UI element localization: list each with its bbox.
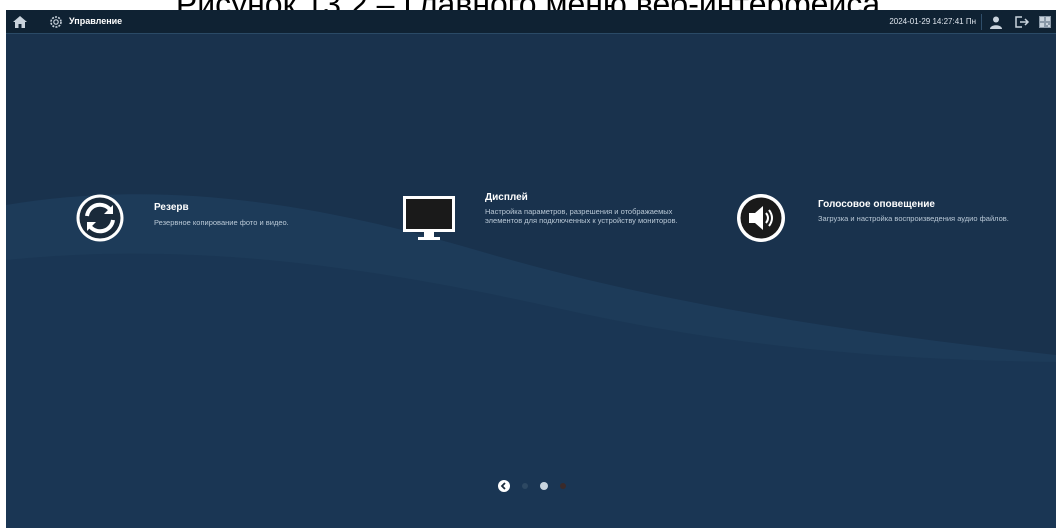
background-wave	[6, 10, 1056, 528]
card-title: Голосовое оповещение	[818, 199, 935, 210]
monitor-icon	[402, 195, 456, 248]
page-title: Управление	[69, 16, 123, 26]
page-dot-3[interactable]	[560, 483, 566, 489]
page-dot-2-active[interactable]	[540, 482, 548, 490]
logout-icon[interactable]	[1015, 14, 1031, 30]
sync-icon	[74, 192, 126, 249]
card-description: Загрузка и настройка воспроизведения ауд…	[818, 214, 1009, 223]
voice-announcement-card[interactable]: Голосовое оповещение Загрузка и настройк…	[735, 190, 1050, 250]
card-description: Настройка параметров, разрешения и отобр…	[485, 207, 678, 225]
gear-icon[interactable]	[48, 14, 64, 30]
user-icon[interactable]	[988, 14, 1004, 30]
top-bar: Управление 2024-01-29 14:27:41 Пн	[6, 10, 1056, 34]
web-interface: Управление 2024-01-29 14:27:41 Пн Резерв…	[6, 10, 1056, 528]
card-title: Дисплей	[485, 192, 528, 203]
datetime-display: 2024-01-29 14:27:41 Пн	[889, 17, 976, 26]
display-card[interactable]: Дисплей Настройка параметров, разрешения…	[402, 190, 712, 250]
page-dot-1[interactable]	[522, 483, 528, 489]
divider	[981, 14, 982, 30]
page-indicator	[498, 480, 588, 494]
card-description: Резервное копирование фото и видео.	[154, 218, 289, 227]
home-icon[interactable]	[12, 14, 28, 30]
card-title: Резерв	[154, 202, 189, 213]
previous-page-button[interactable]	[498, 480, 510, 492]
backup-card[interactable]: Резерв Резервное копирование фото и виде…	[74, 190, 364, 250]
speaker-icon	[735, 192, 787, 249]
qr-code-icon[interactable]	[1037, 14, 1053, 30]
